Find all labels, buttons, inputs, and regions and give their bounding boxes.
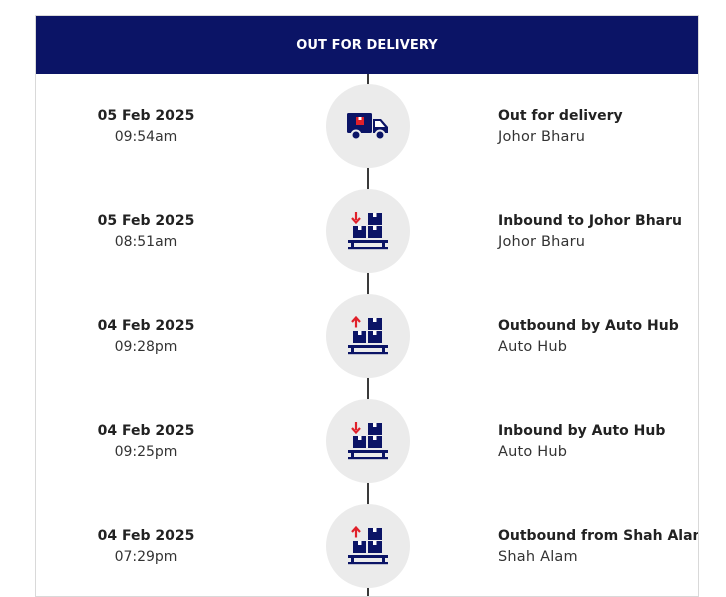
timeline-event: 04 Feb 2025 07:29pm Outbound from Shah A… [36,494,698,596]
event-datetime: 04 Feb 2025 07:29pm [76,526,216,568]
event-info: Outbound from Shah Alam Shah Alam [498,526,698,568]
event-icon-circle [326,84,410,168]
event-datetime: 05 Feb 2025 09:54am [76,106,216,148]
event-date: 04 Feb 2025 [97,528,195,544]
event-info: Inbound by Auto Hub Auto Hub [498,421,698,463]
event-location: Auto Hub [498,444,568,460]
event-info: Out for delivery Johor Bharu [498,106,698,148]
event-status: Outbound by Auto Hub [498,318,679,334]
timeline-event: 05 Feb 2025 09:54am Out for delivery Joh… [36,74,698,179]
inbound-parcels-icon [348,422,388,460]
event-time: 09:28pm [114,339,178,355]
event-icon-circle [326,504,410,588]
outbound-parcels-icon [348,315,388,355]
event-time: 08:51am [114,234,178,250]
event-datetime: 04 Feb 2025 09:28pm [76,316,216,358]
event-date: 04 Feb 2025 [97,423,195,439]
event-status: Inbound by Auto Hub [498,423,666,439]
event-status: Outbound from Shah Alam [498,528,699,544]
event-icon-circle [326,399,410,483]
event-status: Out for delivery [498,108,623,124]
tracking-timeline: 05 Feb 2025 09:54am Out for delivery Joh… [36,74,698,596]
timeline-event: 04 Feb 2025 09:28pm Outbound by Auto Hub… [36,284,698,389]
event-datetime: 04 Feb 2025 09:25pm [76,421,216,463]
event-time: 07:29pm [114,549,178,565]
event-icon-circle [326,189,410,273]
outbound-parcels-icon [348,525,388,565]
event-info: Inbound to Johor Bharu Johor Bharu [498,211,698,253]
event-time: 09:25pm [114,444,178,460]
delivery-truck-icon [347,113,388,141]
event-date: 05 Feb 2025 [97,213,195,229]
timeline-event: 04 Feb 2025 09:25pm Inbound by Auto Hub … [36,389,698,494]
event-date: 04 Feb 2025 [97,318,195,334]
event-icon-circle [326,294,410,378]
inbound-parcels-icon [348,212,388,250]
event-datetime: 05 Feb 2025 08:51am [76,211,216,253]
event-info: Outbound by Auto Hub Auto Hub [498,316,698,358]
event-location: Shah Alam [498,549,578,565]
status-header-title: OUT FOR DELIVERY [296,37,438,53]
event-location: Johor Bharu [498,129,586,145]
event-status: Inbound to Johor Bharu [498,213,682,229]
event-date: 05 Feb 2025 [97,108,195,124]
event-location: Auto Hub [498,339,568,355]
event-location: Johor Bharu [498,234,586,250]
tracking-card: OUT FOR DELIVERY 05 Feb 2025 09:54am Out… [35,15,699,597]
timeline-event: 05 Feb 2025 08:51am Inbound to Johor Bha… [36,179,698,284]
status-header: OUT FOR DELIVERY [36,16,698,74]
event-time: 09:54am [114,129,178,145]
